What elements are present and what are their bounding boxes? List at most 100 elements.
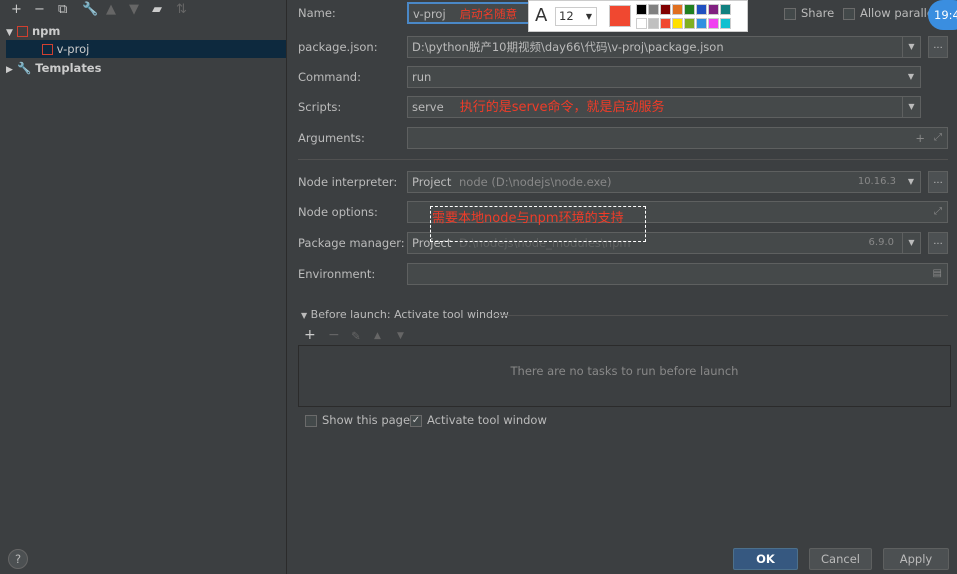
- divider: [298, 159, 948, 160]
- color-swatch[interactable]: [720, 18, 731, 29]
- environment-label: Environment:: [298, 267, 376, 281]
- node-interpreter-select[interactable]: Project node (D:\nodejs\node.exe) 10.16.3…: [407, 171, 921, 193]
- activate-tool-label: Activate tool window: [427, 413, 547, 427]
- package-manager-label: Package manager:: [298, 236, 405, 250]
- browse-button[interactable]: ...: [928, 36, 948, 58]
- edit-icon[interactable]: ✎: [351, 329, 361, 343]
- package-json-label: package.json:: [298, 40, 378, 54]
- package-json-value: D:\python脱产10期视频\day66\代码\v-proj\package…: [412, 40, 724, 54]
- plus-icon[interactable]: +: [304, 327, 316, 343]
- current-color-swatch[interactable]: [609, 5, 631, 27]
- color-swatch[interactable]: [696, 18, 707, 29]
- command-label: Command:: [298, 70, 361, 84]
- color-swatch[interactable]: [708, 4, 719, 15]
- color-swatch[interactable]: [636, 18, 647, 29]
- share-label: Share: [801, 6, 835, 20]
- show-page-checkbox[interactable]: Show this page: [305, 413, 410, 427]
- arrow-up-icon[interactable]: ▲: [106, 2, 116, 20]
- show-page-label: Show this page: [322, 413, 411, 427]
- name-value: v-proj: [413, 7, 446, 21]
- annotation-textbox[interactable]: 需要本地node与npm环境的支持: [430, 206, 646, 242]
- minus-icon[interactable]: −: [34, 2, 45, 20]
- color-swatch[interactable]: [648, 4, 659, 15]
- color-palette: [636, 4, 746, 32]
- chevron-down-icon[interactable]: ▼: [902, 37, 920, 57]
- annotation-toolbar: A 12 ▼: [528, 0, 748, 32]
- plus-icon[interactable]: +: [11, 2, 22, 20]
- chevron-down-icon[interactable]: ▼: [902, 97, 920, 117]
- chevron-down-icon[interactable]: ▼: [902, 172, 920, 192]
- expand-icon[interactable]: ▼: [6, 28, 13, 38]
- wrench-icon: 🔧: [16, 61, 32, 75]
- before-launch-label: Before launch: Activate tool window: [310, 308, 509, 321]
- font-size-select[interactable]: 12 ▼: [555, 7, 597, 26]
- color-swatch[interactable]: [672, 4, 683, 15]
- plus-icon[interactable]: +: [915, 128, 925, 148]
- package-json-select[interactable]: D:\python脱产10期视频\day66\代码\v-proj\package…: [407, 36, 921, 58]
- arrow-up-icon[interactable]: ▲: [374, 331, 381, 341]
- allow-parallel-checkbox[interactable]: Allow paralle: [843, 6, 934, 20]
- folder-add-icon[interactable]: ▰: [152, 2, 162, 20]
- color-swatch[interactable]: [708, 18, 719, 29]
- font-icon[interactable]: A: [535, 5, 547, 26]
- tree-node-templates[interactable]: ▶ 🔧 Templates: [6, 59, 286, 77]
- scripts-select[interactable]: serve 执行的是serve命令，就是启动服务 ▼: [407, 96, 921, 118]
- activate-tool-window-checkbox[interactable]: ✓ Activate tool window: [410, 413, 547, 427]
- share-checkbox[interactable]: Share: [784, 6, 834, 20]
- color-swatch[interactable]: [648, 18, 659, 29]
- color-swatch[interactable]: [672, 18, 683, 29]
- apply-button[interactable]: Apply: [883, 548, 949, 570]
- annotation-text: 需要本地node与npm环境的支持: [432, 211, 624, 226]
- tree-node-npm[interactable]: ▼ npm: [6, 22, 286, 40]
- color-swatch[interactable]: [696, 4, 707, 15]
- help-button[interactable]: ?: [8, 549, 28, 569]
- expand-icon[interactable]: ⤢: [934, 202, 942, 222]
- clock-badge: 19:4: [928, 0, 957, 30]
- chevron-down-icon[interactable]: ▼: [902, 233, 920, 253]
- interpreter-project: Project: [412, 175, 452, 189]
- command-select[interactable]: run ▼: [407, 66, 921, 88]
- before-launch-header[interactable]: ▼ Before launch: Activate tool window: [301, 308, 509, 321]
- pm-version: 6.9.0: [868, 237, 894, 248]
- minus-icon[interactable]: −: [328, 327, 340, 343]
- before-launch-list: There are no tasks to run before launch: [298, 345, 951, 407]
- tree-label: Templates: [35, 61, 102, 75]
- interpreter-version: 10.16.3: [857, 176, 896, 187]
- config-tree-panel: + − ⧉ 🔧 ▲ ▼ ▰ ⇅ ▼ npm v-proj ▶ 🔧 Templat…: [0, 0, 287, 574]
- copy-icon[interactable]: ⧉: [58, 2, 67, 20]
- tree-label: npm: [31, 24, 61, 38]
- expand-icon[interactable]: ⤢: [934, 128, 942, 148]
- tree-label: v-proj: [56, 42, 90, 56]
- color-swatch[interactable]: [684, 4, 695, 15]
- arguments-label: Arguments:: [298, 131, 365, 145]
- node-options-label: Node options:: [298, 205, 378, 219]
- font-size-value: 12: [559, 9, 574, 23]
- npm-icon: [16, 26, 28, 37]
- color-swatch[interactable]: [720, 4, 731, 15]
- npm-icon: [42, 44, 53, 55]
- color-swatch[interactable]: [636, 4, 647, 15]
- expand-icon[interactable]: ▶: [6, 65, 13, 75]
- arrow-down-icon[interactable]: ▼: [397, 331, 404, 341]
- environment-input[interactable]: ▤: [407, 263, 948, 285]
- annotation-text: 启动名随意: [459, 7, 518, 21]
- wrench-icon[interactable]: 🔧: [82, 2, 98, 20]
- cancel-button[interactable]: Cancel: [809, 548, 872, 570]
- color-swatch[interactable]: [660, 18, 671, 29]
- ok-button[interactable]: OK: [733, 548, 798, 570]
- browse-button[interactable]: ...: [928, 171, 948, 193]
- arrow-down-icon[interactable]: ▼: [129, 2, 139, 20]
- color-swatch[interactable]: [684, 18, 695, 29]
- color-swatch[interactable]: [660, 4, 671, 15]
- tree-item-v-proj[interactable]: v-proj: [6, 40, 286, 58]
- interpreter-path: node (D:\nodejs\node.exe): [459, 175, 612, 189]
- browse-button[interactable]: ...: [928, 232, 948, 254]
- collapse-icon[interactable]: ▼: [301, 311, 307, 320]
- allow-parallel-label: Allow paralle: [860, 6, 934, 20]
- document-icon[interactable]: ▤: [933, 264, 942, 284]
- chevron-down-icon[interactable]: ▼: [902, 67, 920, 87]
- scripts-label: Scripts:: [298, 100, 342, 114]
- sort-icon[interactable]: ⇅: [176, 2, 187, 20]
- arguments-input[interactable]: + ⤢: [407, 127, 948, 149]
- scripts-value: serve: [412, 100, 444, 114]
